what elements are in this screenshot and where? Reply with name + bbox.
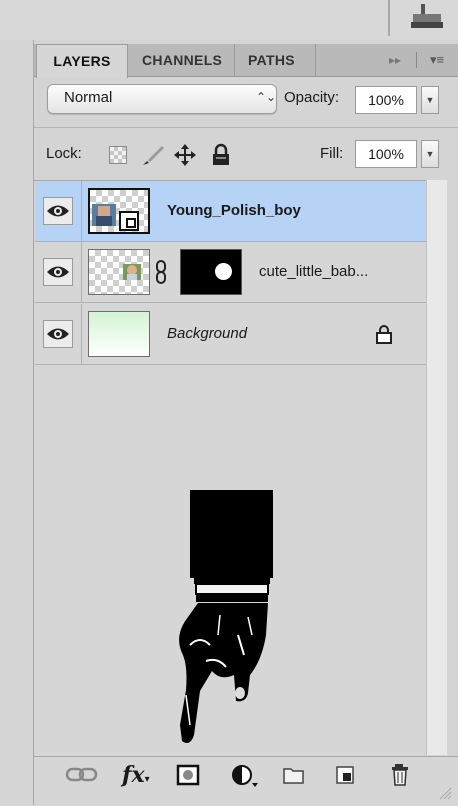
adjustment-layer-icon[interactable] [230,760,262,790]
layer-name[interactable]: cute_little_bab... [259,242,368,302]
tab-channels[interactable]: CHANNELS [128,44,235,76]
divider [388,0,390,36]
tab-layers[interactable]: LAYERS [36,44,128,78]
divider [416,52,417,68]
stamp-icon[interactable] [407,2,447,30]
divider [34,127,458,128]
layer-thumbnail[interactable] [88,188,150,234]
visibility-cell [35,242,82,302]
pointing-hand-illustration [179,490,273,743]
fx-label: fx [122,762,145,788]
link-layers-icon[interactable] [64,760,100,790]
layer-thumbnail[interactable] [88,311,150,357]
lock-all-icon[interactable] [210,143,232,167]
visibility-cell [35,181,82,241]
link-chain-icon[interactable] [154,260,168,284]
eye-icon[interactable] [43,320,73,348]
lock-transparency-icon[interactable] [109,146,127,164]
delete-layer-trash-icon[interactable] [389,760,413,790]
layer-row-young-polish-boy[interactable]: Young_Polish_boy [35,181,426,242]
layer-name[interactable]: Young_Polish_boy [167,181,301,241]
fill-label: Fill: [320,145,344,162]
add-mask-icon[interactable] [176,760,202,790]
layer-mask-thumbnail[interactable] [180,249,242,295]
blend-mode-value: Normal [64,89,113,106]
visibility-cell [35,304,82,364]
scrollbar-track[interactable] [426,180,447,755]
layer-name[interactable]: Background [167,304,247,364]
fill-field[interactable]: 100% [355,140,417,168]
tab-paths[interactable]: PATHS [238,44,316,76]
new-layer-icon[interactable] [334,760,358,790]
lock-position-move-icon[interactable] [172,142,198,168]
new-group-folder-icon[interactable] [282,760,306,790]
layer-row-background[interactable]: Background [35,304,426,365]
chevron-updown-icon: ⌃⌄ [256,90,277,104]
panel-menu-icon[interactable]: ▾≡ [420,44,454,76]
lock-icon [376,325,392,344]
lock-pixels-brush-icon[interactable] [140,142,166,168]
layer-row-cute-little-baby[interactable]: cute_little_bab... [35,242,426,303]
fx-icon[interactable]: fx▾ [122,760,150,790]
layer-thumbnail[interactable] [88,249,150,295]
eye-icon[interactable] [43,258,73,286]
fill-slider-button[interactable]: ▼ [421,140,439,168]
opacity-label: Opacity: [284,89,340,106]
eye-icon[interactable] [43,197,73,225]
opacity-field[interactable]: 100% [355,86,417,114]
opacity-slider-button[interactable]: ▼ [421,86,439,114]
resize-grip-icon[interactable] [436,784,452,800]
lock-label: Lock: [46,145,82,162]
collapse-panel-icon[interactable]: ▸▸ [375,44,415,76]
